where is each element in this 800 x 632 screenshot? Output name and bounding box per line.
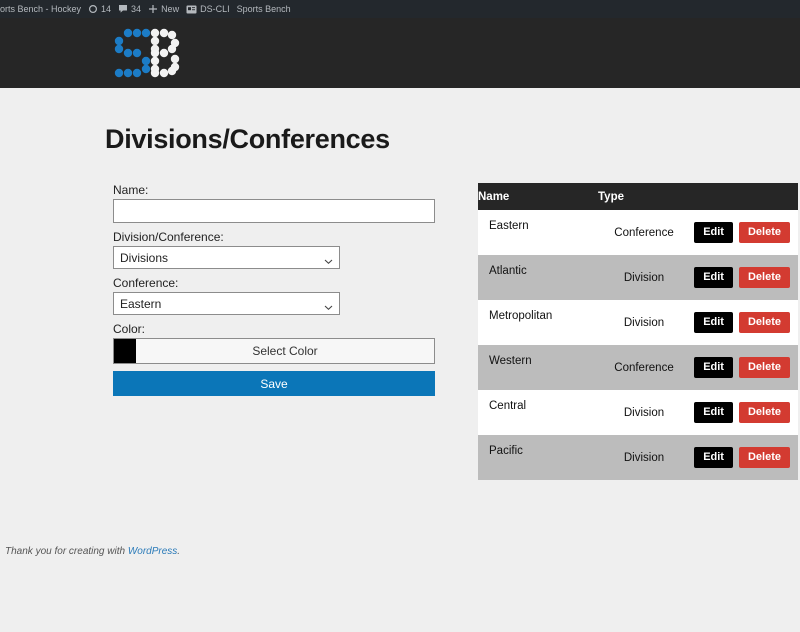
column-header-name: Name [478, 183, 598, 210]
adminbar-new-content[interactable]: New [148, 0, 186, 18]
name-input[interactable] [113, 199, 435, 223]
edit-button[interactable]: Edit [694, 402, 733, 423]
row-name: Central [489, 400, 527, 412]
adminbar-new-label: New [161, 4, 180, 14]
adminbar-dscli[interactable]: DS-CLI [186, 0, 237, 18]
wp-admin-bar: orts Bench - Hockey 14 34 New DS-CLI Spo… [0, 0, 800, 18]
table-body: Eastern Conference Edit Delete Atlantic D… [478, 210, 798, 480]
row-name: Western [489, 355, 532, 367]
save-button[interactable]: Save [113, 371, 435, 396]
conference-select[interactable]: Eastern [113, 292, 340, 315]
table-head: Name Type [478, 183, 798, 210]
edit-button[interactable]: Edit [694, 447, 733, 468]
adminbar-comments[interactable]: 34 [118, 0, 148, 18]
row-type: Division [623, 316, 665, 329]
sports-bench-sb-logo[interactable] [108, 26, 182, 80]
delete-button[interactable]: Delete [738, 312, 790, 333]
row-actions: Edit Delete [690, 345, 798, 390]
delete-button[interactable]: Delete [738, 402, 790, 423]
division-conference-selected-value: Divisions [120, 250, 169, 265]
adminbar-updates[interactable]: 14 [88, 0, 118, 18]
row-actions: Edit Delete [690, 300, 798, 345]
divisions-table: Name Type Eastern Conference Edit Delete … [478, 183, 798, 480]
adminbar-sports-bench-label: Sports Bench [236, 4, 291, 14]
table-row: Eastern Conference Edit Delete [478, 210, 798, 255]
delete-button[interactable]: Delete [738, 222, 790, 243]
delete-button[interactable]: Delete [738, 357, 790, 378]
row-actions: Edit Delete [690, 210, 798, 255]
row-type: Conference [614, 361, 674, 374]
site-header [0, 18, 800, 88]
table-row: Central Division Edit Delete [478, 390, 798, 435]
color-picker-row: Select Color [113, 338, 435, 364]
table-row: Western Conference Edit Delete [478, 345, 798, 390]
footer-text-before: Thank you for creating with [5, 546, 128, 557]
row-name: Eastern [489, 220, 529, 232]
row-actions: Edit Delete [690, 390, 798, 435]
wordpress-link[interactable]: WordPress [128, 546, 177, 557]
save-button-label: Save [260, 376, 288, 391]
division-conference-select[interactable]: Divisions [113, 246, 340, 269]
footer-text-after: . [177, 546, 181, 557]
table-row: Atlantic Division Edit Delete [478, 255, 798, 300]
edit-button[interactable]: Edit [694, 267, 733, 288]
conference-select-wrap: Eastern [113, 292, 340, 315]
color-swatch[interactable] [114, 339, 136, 363]
badge-icon [186, 5, 197, 14]
adminbar-sports-bench[interactable]: Sports Bench [237, 0, 298, 18]
comment-bubble-icon [118, 4, 128, 14]
row-actions: Edit Delete [690, 435, 798, 480]
update-circle-icon [88, 4, 98, 14]
divisions-table-wrap: Name Type Eastern Conference Edit Delete … [478, 183, 798, 480]
table-row: Pacific Division Edit Delete [478, 435, 798, 480]
edit-button[interactable]: Edit [694, 222, 733, 243]
row-type: Division [623, 406, 665, 419]
footer: Thank you for creating with WordPress. [5, 546, 180, 557]
row-type: Conference [614, 226, 674, 239]
table-row: Metropolitan Division Edit Delete [478, 300, 798, 345]
row-name: Metropolitan [489, 310, 553, 322]
edit-button[interactable]: Edit [694, 357, 733, 378]
select-color-button-label: Select Color [252, 344, 318, 358]
edit-button[interactable]: Edit [694, 312, 733, 333]
adminbar-updates-count: 14 [101, 4, 112, 14]
page-title: Divisions/Conferences [105, 124, 390, 154]
row-type: Division [623, 271, 665, 284]
color-label: Color: [113, 322, 146, 336]
table-header-row: Name Type [478, 183, 798, 210]
division-conference-select-wrap: Divisions [113, 246, 340, 269]
main-content: Divisions/Conferences Name: Division/Con… [0, 88, 800, 480]
adminbar-site-name[interactable]: orts Bench - Hockey [0, 0, 88, 18]
division-conference-label: Division/Conference: [113, 230, 224, 244]
row-name: Atlantic [489, 265, 527, 277]
name-label: Name: [113, 183, 149, 197]
adminbar-site-name-label: orts Bench - Hockey [0, 4, 82, 14]
adminbar-comments-count: 34 [131, 4, 142, 14]
row-name: Pacific [489, 445, 523, 457]
conference-label: Conference: [113, 276, 179, 290]
delete-button[interactable]: Delete [738, 267, 790, 288]
delete-button[interactable]: Delete [738, 447, 790, 468]
row-type: Division [623, 451, 665, 464]
plus-icon [148, 4, 158, 14]
adminbar-dscli-label: DS-CLI [200, 4, 230, 14]
conference-selected-value: Eastern [120, 296, 162, 311]
row-actions: Edit Delete [690, 255, 798, 300]
division-conference-form: Name: Division/Conference: Divisions Con… [113, 183, 458, 396]
content-columns: Name: Division/Conference: Divisions Con… [0, 183, 800, 480]
column-header-type: Type [598, 183, 798, 210]
select-color-button[interactable]: Select Color [136, 339, 434, 363]
